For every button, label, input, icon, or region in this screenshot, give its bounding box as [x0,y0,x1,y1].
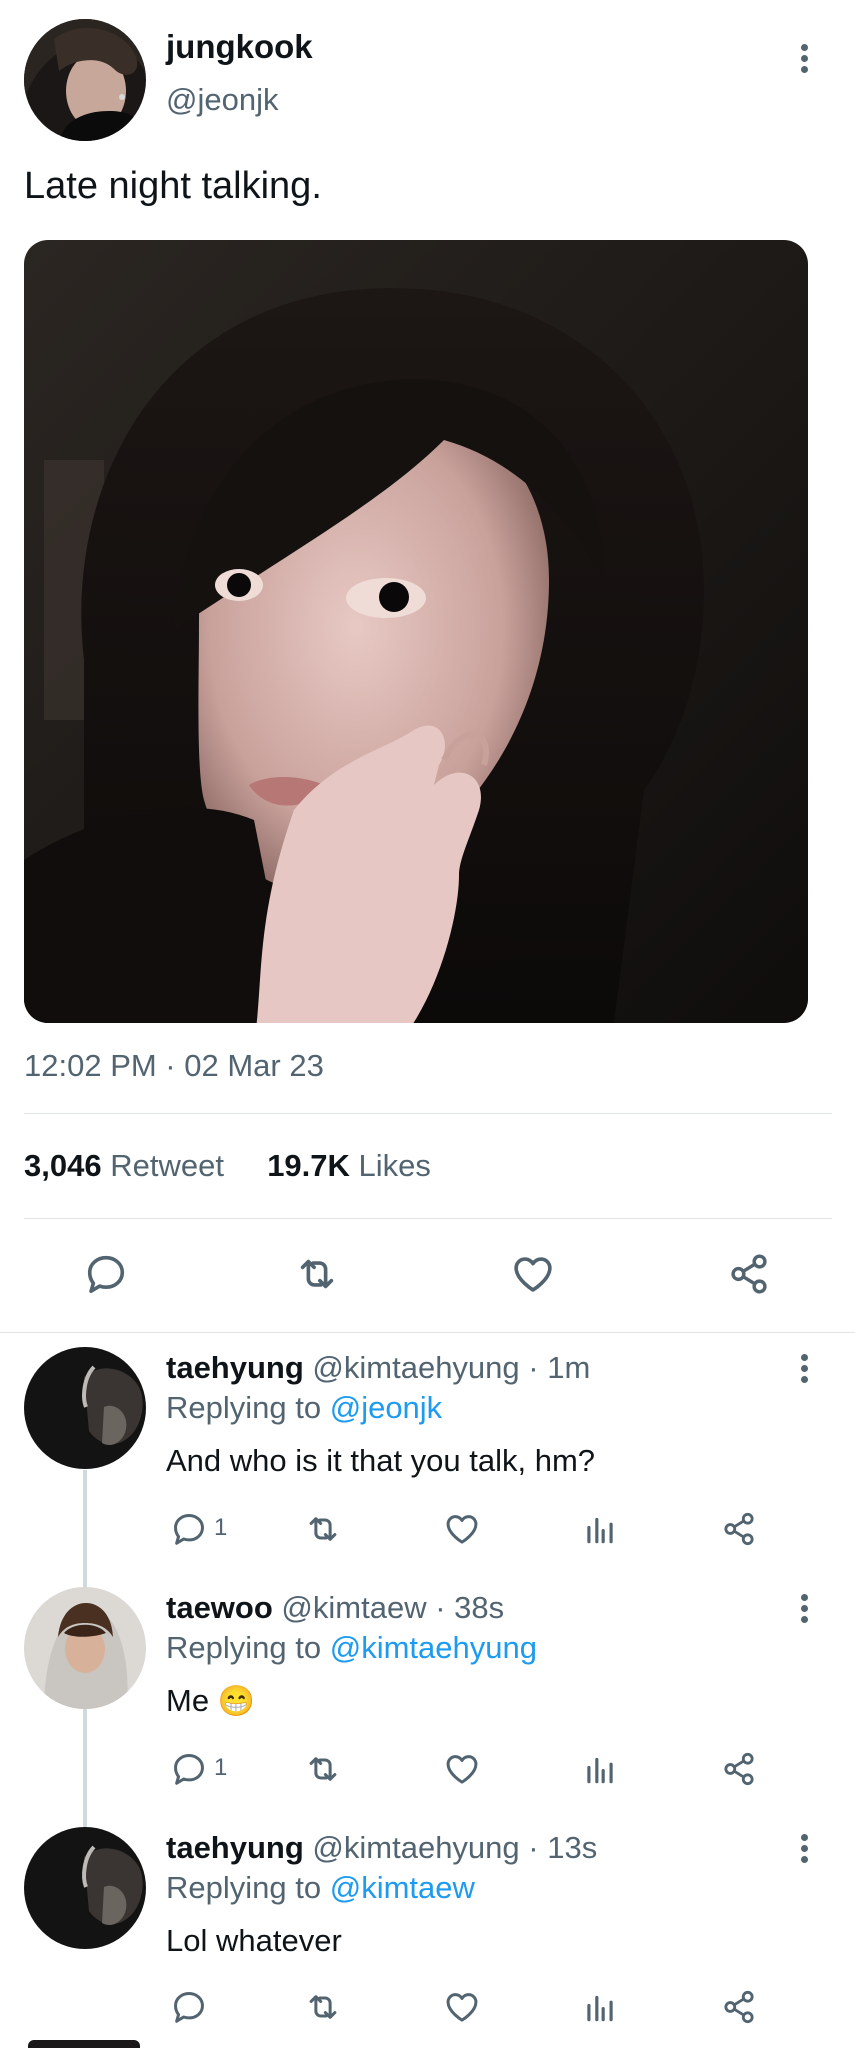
replying-to-link[interactable]: @kimtaehyung [330,1630,537,1665]
analytics-icon[interactable] [581,1750,619,1788]
more-icon[interactable] [801,1834,811,1867]
reply-icon[interactable] [170,1750,208,1788]
reply-avatar-image [24,1587,146,1709]
replying-prefix: Replying to [166,1630,322,1665]
more-icon[interactable] [801,1354,811,1387]
author-avatar[interactable] [24,19,146,141]
retweet-label[interactable]: Retweet [110,1148,224,1183]
reply-display-name[interactable]: taewoo [166,1590,273,1625]
reply-time[interactable]: · 38s [435,1590,504,1625]
reply-time[interactable]: · 1m [528,1350,590,1385]
more-icon[interactable] [801,44,811,77]
analytics-icon[interactable] [581,1510,619,1548]
engagement-stats: 3,046 Retweet 19.7K Likes [24,1148,431,1184]
replying-to: Replying to @kimtaew [166,1870,475,1906]
grinning-face-emoji: 😁 [217,1685,256,1718]
replying-to-link[interactable]: @kimtaew [330,1870,475,1905]
author-avatar-image [24,19,146,141]
reply-count: 1 [214,1514,228,1541]
analytics-icon[interactable] [581,1988,619,2026]
reply-display-name[interactable]: taehyung [166,1830,304,1865]
share-icon[interactable] [720,1988,758,2026]
tweet-photo-image [24,240,808,1023]
reply-avatar[interactable] [24,1827,146,1949]
reply-text: Me [166,1683,210,1718]
reply-handle[interactable]: @kimtaehyung [312,1830,519,1865]
replying-to: Replying to @kimtaehyung [166,1630,537,1666]
next-reply-avatar[interactable] [28,2040,140,2048]
reply-avatar[interactable] [24,1347,146,1469]
reply-time[interactable]: · 13s [528,1830,597,1865]
reply-text: And who is it that you talk, hm? [166,1443,596,1478]
author-handle[interactable]: @jeonjk [166,82,278,118]
like-icon[interactable] [443,1510,481,1548]
replying-prefix: Replying to [166,1390,322,1425]
like-count[interactable]: 19.7K [267,1148,350,1183]
tweet-text: Late night talking. [24,165,322,207]
reply-avatar-image [24,1827,146,1949]
retweet-icon[interactable] [294,1251,340,1297]
like-icon[interactable] [443,1988,481,2026]
retweet-count[interactable]: 3,046 [24,1148,102,1183]
reply-header: taehyung @kimtaehyung · 13s [166,1830,597,1866]
reply-display-name[interactable]: taehyung [166,1350,304,1385]
reply-header: taewoo @kimtaew · 38s [166,1590,504,1626]
divider [24,1113,832,1114]
retweet-icon[interactable] [304,1750,342,1788]
like-icon[interactable] [443,1750,481,1788]
share-icon[interactable] [726,1251,772,1297]
like-label[interactable]: Likes [359,1148,431,1183]
retweet-icon[interactable] [304,1988,342,2026]
divider [0,1332,855,1333]
replying-to: Replying to @jeonjk [166,1390,442,1426]
reply-text: Lol whatever [166,1923,342,1958]
reply-handle[interactable]: @kimtaehyung [312,1350,519,1385]
reply-text-row: Me 😁 [166,1683,255,1719]
reply-icon[interactable] [170,1510,208,1548]
tweet-timestamp[interactable]: 12:02 PM · 02 Mar 23 [24,1048,324,1084]
author-display-name[interactable]: jungkook [166,28,313,66]
divider [24,1218,832,1219]
replying-prefix: Replying to [166,1870,322,1905]
reply-handle[interactable]: @kimtaew [281,1590,426,1625]
tweet-photo[interactable] [24,240,808,1023]
more-icon[interactable] [801,1594,811,1627]
reply-count: 1 [214,1754,228,1781]
replying-to-link[interactable]: @jeonjk [330,1390,442,1425]
reply-avatar[interactable] [24,1587,146,1709]
reply-icon[interactable] [170,1988,208,2026]
like-icon[interactable] [510,1251,556,1297]
reply-icon[interactable] [83,1251,129,1297]
reply-header: taehyung @kimtaehyung · 1m [166,1350,590,1386]
share-icon[interactable] [720,1750,758,1788]
share-icon[interactable] [720,1510,758,1548]
retweet-icon[interactable] [304,1510,342,1548]
reply-avatar-image [24,1347,146,1469]
